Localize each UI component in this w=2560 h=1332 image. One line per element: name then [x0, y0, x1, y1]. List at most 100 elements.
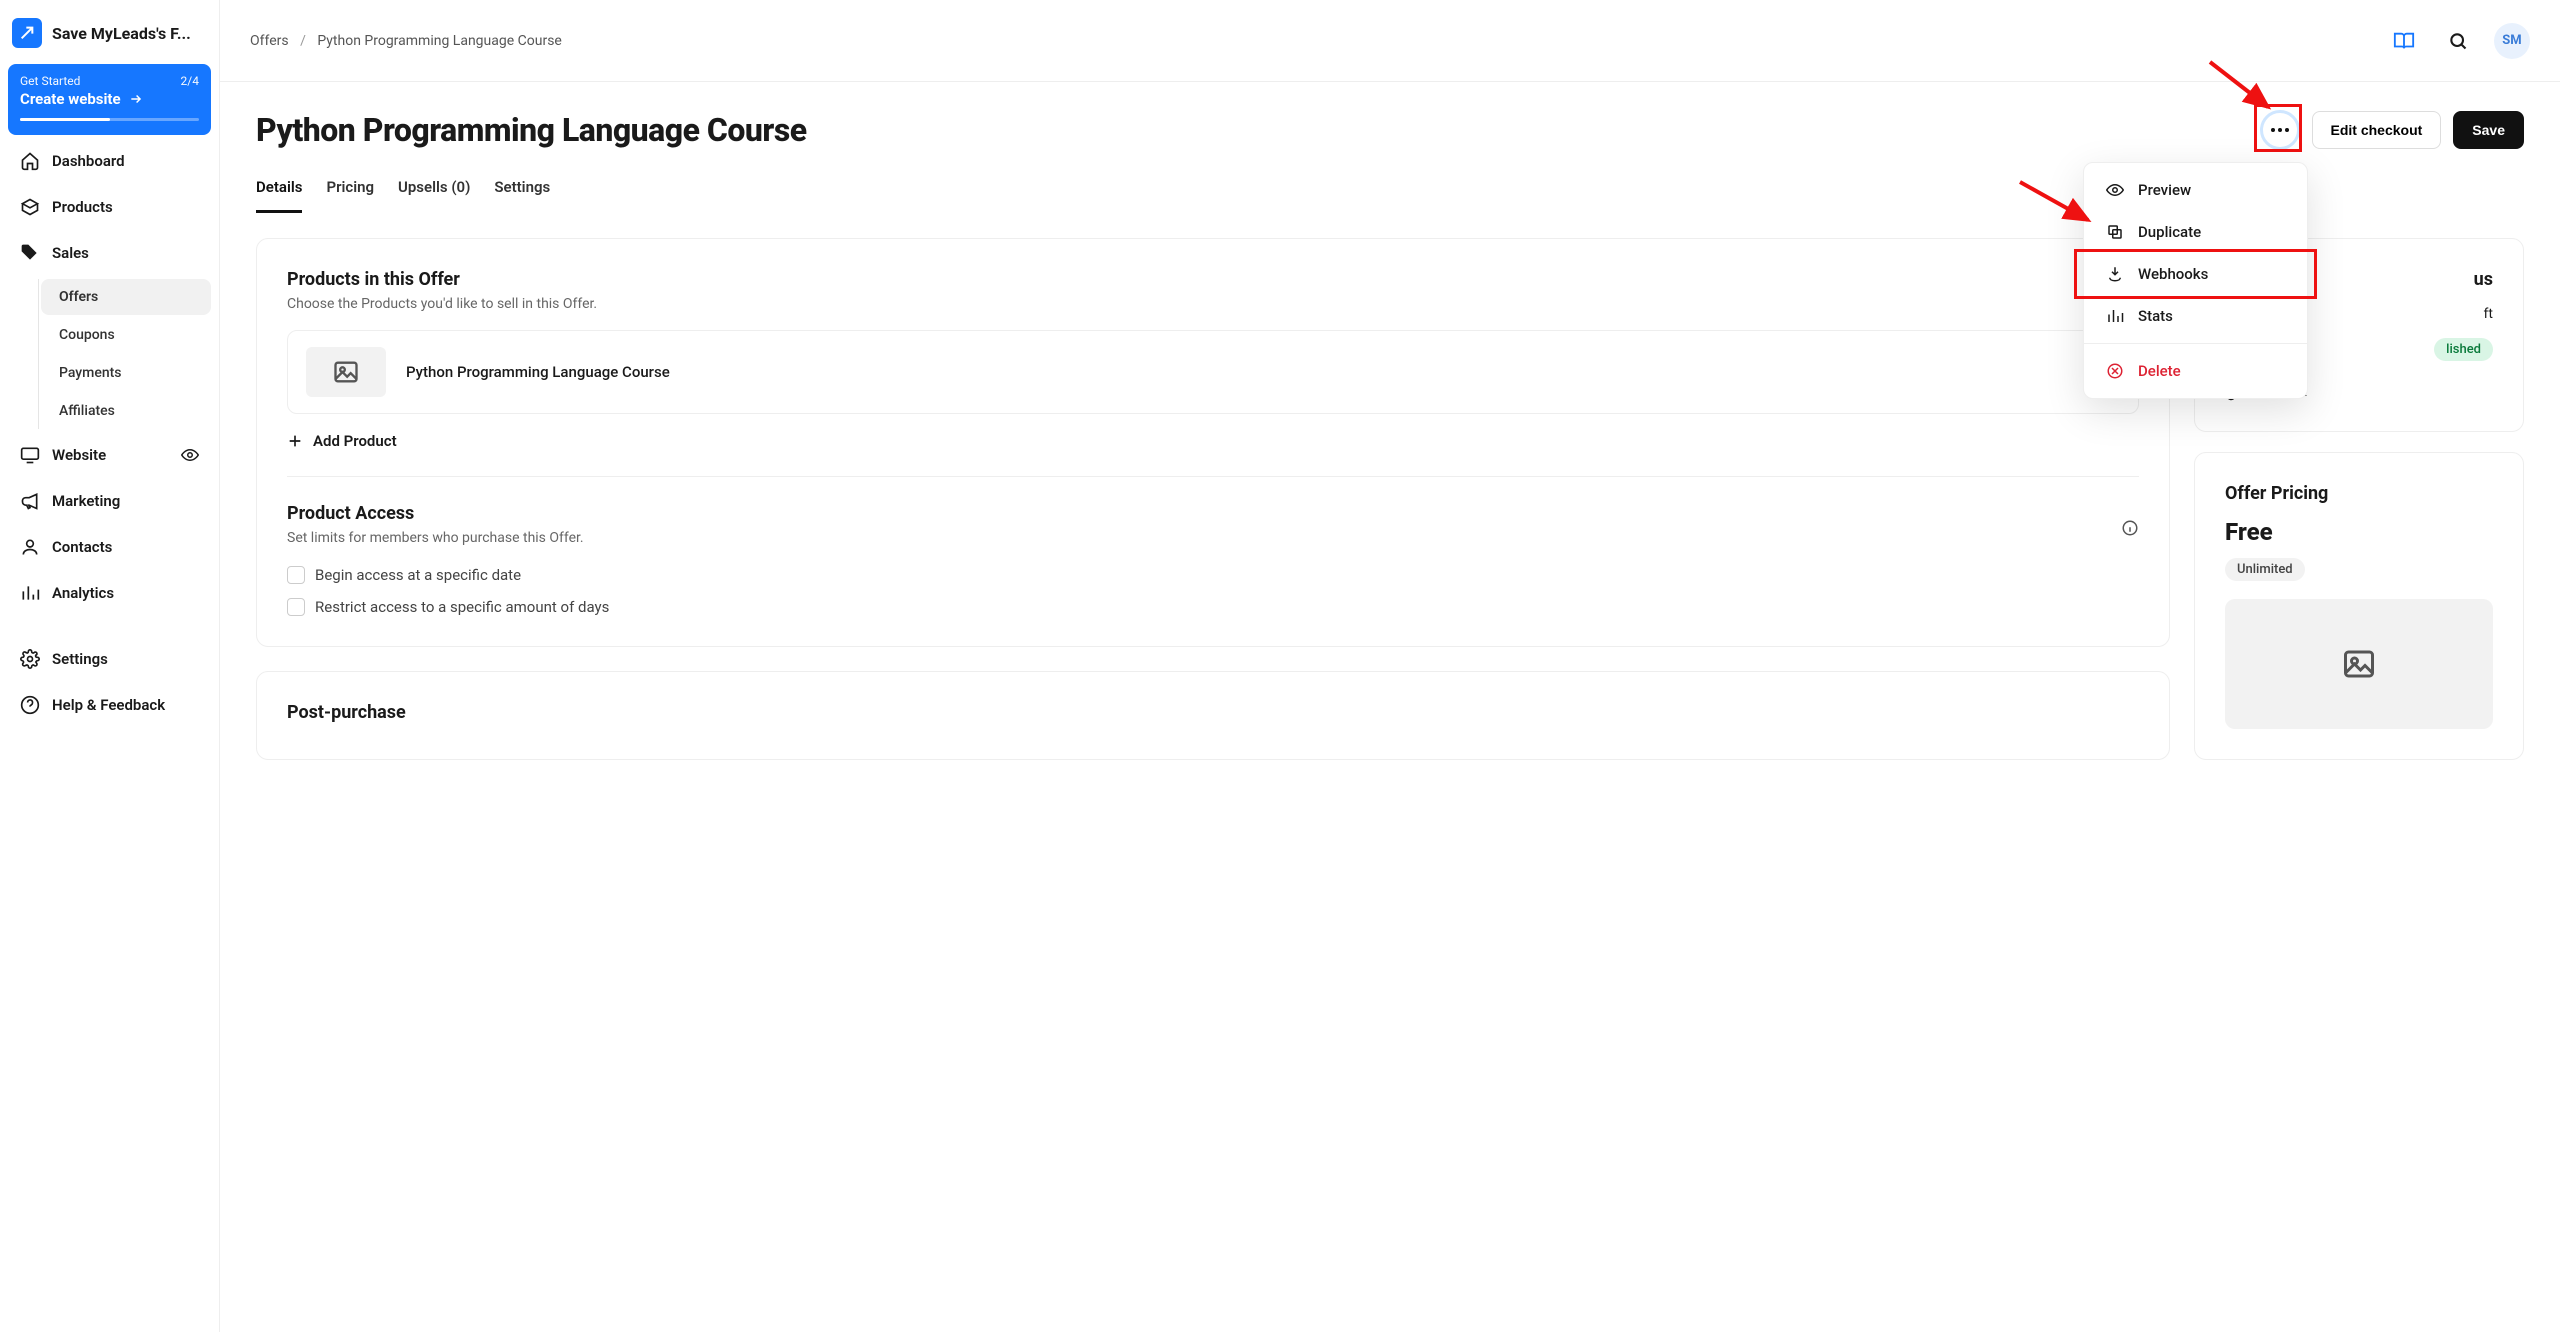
get-started-progress: 2/4	[181, 74, 199, 88]
offer-pricing-title: Offer Pricing	[2225, 483, 2493, 504]
tab-upsells[interactable]: Upsells (0)	[398, 178, 470, 213]
offer-price: Free	[2225, 518, 2493, 546]
ellipsis-icon	[2271, 128, 2289, 132]
menu-delete[interactable]: Delete	[2084, 350, 2307, 392]
status-draft-label: ft	[2484, 306, 2493, 322]
post-purchase-title: Post-purchase	[287, 702, 2139, 723]
nav-contacts-label: Contacts	[52, 538, 112, 556]
nav-sales-sub: Offers Coupons Payments Affiliates	[38, 279, 211, 429]
begin-access-checkbox[interactable]	[287, 566, 305, 584]
nav-website-label: Website	[52, 446, 106, 464]
image-placeholder-icon	[2341, 646, 2377, 682]
help-icon	[20, 695, 40, 715]
delete-icon	[2106, 362, 2124, 380]
plus-icon	[287, 433, 303, 449]
menu-preview[interactable]: Preview	[2084, 169, 2307, 211]
menu-duplicate-label: Duplicate	[2138, 223, 2201, 241]
menu-stats-label: Stats	[2138, 307, 2173, 325]
docs-icon[interactable]	[2386, 23, 2422, 59]
breadcrumb: Offers / Python Programming Language Cou…	[250, 33, 562, 49]
get-started-cta: Create website	[20, 90, 121, 108]
nav-sales[interactable]: Sales	[8, 233, 211, 273]
arrow-right-icon	[127, 92, 145, 106]
nav-analytics[interactable]: Analytics	[8, 573, 211, 613]
menu-duplicate[interactable]: Duplicate	[2084, 211, 2307, 253]
tab-settings[interactable]: Settings	[494, 178, 550, 213]
products-card: Products in this Offer Choose the Produc…	[256, 238, 2170, 647]
sidebar: Save MyLeads's F... Get Started 2/4 Crea…	[0, 0, 220, 1332]
box-icon	[20, 197, 40, 217]
logo-icon	[12, 18, 42, 48]
info-icon[interactable]	[2121, 519, 2139, 537]
breadcrumb-current: Python Programming Language Course	[317, 33, 561, 49]
image-placeholder-icon	[306, 347, 386, 397]
access-card-sub: Set limits for members who purchase this…	[287, 530, 584, 546]
menu-webhooks[interactable]: Webhooks	[2084, 253, 2307, 295]
post-purchase-card: Post-purchase	[256, 671, 2170, 760]
nav-offers[interactable]: Offers	[41, 279, 211, 315]
add-product-button[interactable]: Add Product	[287, 432, 2139, 450]
begin-access-row[interactable]: Begin access at a specific date	[287, 566, 2139, 584]
eye-icon[interactable]	[181, 446, 199, 464]
nav-affiliates[interactable]: Affiliates	[41, 393, 211, 429]
nav-payments[interactable]: Payments	[41, 355, 211, 391]
tab-pricing[interactable]: Pricing	[326, 178, 374, 213]
add-product-label: Add Product	[313, 432, 397, 450]
nav-settings[interactable]: Settings	[8, 639, 211, 679]
products-card-sub: Choose the Products you'd like to sell i…	[287, 296, 2139, 312]
topbar: Offers / Python Programming Language Cou…	[220, 0, 2560, 82]
nav-help-label: Help & Feedback	[52, 696, 165, 714]
nav-settings-label: Settings	[52, 650, 108, 668]
begin-access-label: Begin access at a specific date	[315, 566, 521, 584]
status-published-badge: lished	[2434, 338, 2493, 361]
product-row[interactable]: Python Programming Language Course	[287, 330, 2139, 414]
monitor-icon	[20, 445, 40, 465]
nav-products[interactable]: Products	[8, 187, 211, 227]
stats-icon	[2106, 307, 2124, 325]
nav-coupons[interactable]: Coupons	[41, 317, 211, 353]
page-title: Python Programming Language Course	[256, 111, 807, 149]
megaphone-icon	[20, 491, 40, 511]
progress-bar	[20, 118, 199, 121]
get-started-label: Get Started	[20, 74, 80, 88]
nav-marketing-label: Marketing	[52, 492, 120, 510]
content: Python Programming Language Course Edit …	[220, 82, 2560, 800]
nav-marketing[interactable]: Marketing	[8, 481, 211, 521]
offer-pricing-card: Offer Pricing Free Unlimited	[2194, 452, 2524, 760]
offer-pricing-badge: Unlimited	[2225, 558, 2305, 581]
nav-dashboard-label: Dashboard	[52, 152, 125, 170]
restrict-access-checkbox[interactable]	[287, 598, 305, 616]
access-card-title: Product Access	[287, 503, 584, 524]
menu-webhooks-label: Webhooks	[2138, 265, 2208, 283]
search-icon[interactable]	[2440, 23, 2476, 59]
nav-website[interactable]: Website	[8, 435, 211, 475]
gear-icon	[20, 649, 40, 669]
nav-contacts[interactable]: Contacts	[8, 527, 211, 567]
bars-icon	[20, 583, 40, 603]
get-started-card[interactable]: Get Started 2/4 Create website	[8, 64, 211, 135]
eye-icon	[2106, 181, 2124, 199]
menu-separator	[2084, 343, 2307, 344]
nav-help[interactable]: Help & Feedback	[8, 685, 211, 725]
tab-details[interactable]: Details	[256, 178, 302, 213]
offer-image-placeholder[interactable]	[2225, 599, 2493, 729]
webhook-icon	[2106, 265, 2124, 283]
avatar[interactable]: SM	[2494, 23, 2530, 59]
more-actions-button[interactable]	[2260, 110, 2300, 150]
tag-icon	[20, 243, 40, 263]
workspace-switcher[interactable]: Save MyLeads's F...	[8, 14, 211, 58]
edit-checkout-button[interactable]: Edit checkout	[2312, 111, 2442, 149]
products-card-title: Products in this Offer	[287, 269, 2139, 290]
nav-dashboard[interactable]: Dashboard	[8, 141, 211, 181]
copy-icon	[2106, 223, 2124, 241]
menu-delete-label: Delete	[2138, 362, 2181, 380]
restrict-access-label: Restrict access to a specific amount of …	[315, 598, 609, 616]
main: Offers / Python Programming Language Cou…	[220, 0, 2560, 1332]
more-actions-menu: Preview Duplicate Webhooks	[2083, 162, 2308, 399]
product-name: Python Programming Language Course	[406, 363, 670, 381]
workspace-title: Save MyLeads's F...	[52, 24, 191, 43]
restrict-access-row[interactable]: Restrict access to a specific amount of …	[287, 598, 2139, 616]
menu-stats[interactable]: Stats	[2084, 295, 2307, 337]
save-button[interactable]: Save	[2453, 111, 2524, 149]
breadcrumb-root[interactable]: Offers	[250, 33, 289, 49]
